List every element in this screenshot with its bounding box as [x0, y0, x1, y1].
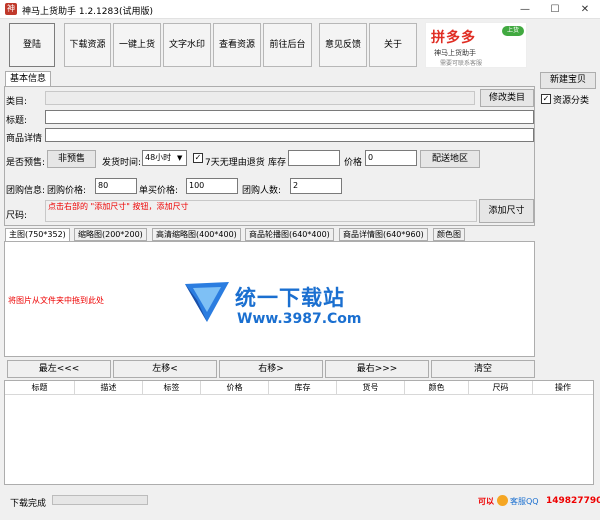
chevron-down-icon: ▼ — [177, 154, 183, 162]
drop-hint: 将图片从文件夹中拖到此处 — [8, 296, 104, 305]
modify-category-button[interactable]: 修改类目 — [480, 89, 534, 107]
banner-line2: 需要可联系客服 — [440, 60, 483, 67]
move-right-button[interactable]: 右移> — [219, 360, 323, 378]
item-table[interactable]: 标题 描述 标签 价格 库存 货号 颜色 尺码 操作 — [4, 380, 594, 485]
column-header-price[interactable]: 价格 — [201, 381, 269, 395]
ship-time-select[interactable]: 48小时 ▼ — [142, 150, 187, 166]
column-header-tags[interactable]: 标签 — [143, 381, 201, 395]
can-label: 可以 — [478, 497, 494, 506]
clear-button[interactable]: 清空 — [431, 360, 535, 378]
go-backend-button[interactable]: 前往后台 — [263, 23, 312, 67]
banner-brand: 拼多多 — [431, 30, 476, 46]
title-bar: 神 神马上货助手 1.2.1283(试用版) — ☐ ✕ — [0, 0, 600, 19]
image-drop-area[interactable]: 将图片从文件夹中拖到此处 统一下载站 Www.3987.Com — [4, 241, 535, 357]
tab-hd-thumbnail[interactable]: 高清缩略图(400*400) — [152, 228, 241, 241]
minimize-button[interactable]: — — [510, 0, 540, 19]
delivery-region-button[interactable]: 配送地区 — [420, 150, 480, 168]
progress-bar — [52, 495, 148, 505]
detail-input[interactable] — [45, 128, 534, 142]
ship-time-value: 48小时 — [145, 153, 172, 162]
close-button[interactable]: ✕ — [570, 0, 600, 19]
tab-thumbnail[interactable]: 缩略图(200*200) — [74, 228, 147, 241]
category-label: 类目: — [6, 97, 28, 107]
stock-input[interactable] — [288, 150, 340, 166]
price-input[interactable]: 0 — [365, 150, 417, 166]
tab-detail-image[interactable]: 商品详情图(640*960) — [339, 228, 428, 241]
move-left-button[interactable]: 左移< — [113, 360, 217, 378]
single-price-label: 单买价格: — [139, 186, 179, 196]
column-header-description[interactable]: 描述 — [75, 381, 143, 395]
move-rightmost-button[interactable]: 最右>>> — [325, 360, 429, 378]
column-header-sku[interactable]: 货号 — [337, 381, 405, 395]
view-resource-button[interactable]: 查看资源 — [213, 23, 261, 67]
pinduoduo-banner[interactable]: 拼多多 上货 神马上货助手 需要可联系客服 — [425, 22, 527, 68]
banner-badge: 上货 — [502, 26, 524, 36]
column-header-color[interactable]: 颜色 — [405, 381, 469, 395]
size-area: 点击右部的 "添加尺寸" 按钮，添加尺寸 — [45, 200, 477, 222]
tab-color-image[interactable]: 颜色图 — [433, 228, 465, 241]
no-reason-return-checkbox[interactable]: ✓ — [193, 153, 203, 163]
title-input[interactable] — [45, 110, 534, 124]
status-text: 下载完成 — [10, 499, 47, 509]
watermark-url: Www.3987.Com — [237, 311, 362, 327]
column-header-stock[interactable]: 库存 — [269, 381, 337, 395]
column-header-size[interactable]: 尺码 — [469, 381, 533, 395]
login-button[interactable]: 登陆 — [9, 23, 55, 67]
resource-category-checkbox[interactable]: ✓ — [541, 94, 551, 104]
watermark-logo-icon — [183, 280, 231, 326]
presale-button[interactable]: 非预售 — [47, 150, 96, 168]
category-field — [45, 91, 475, 105]
move-leftmost-button[interactable]: 最左<<< — [7, 360, 111, 378]
resource-category-label: 资源分类 — [553, 96, 590, 106]
column-header-title[interactable]: 标题 — [5, 381, 75, 395]
stock-label: 库存 — [268, 158, 287, 168]
size-label: 尺码: — [6, 211, 28, 221]
single-price-input[interactable]: 100 — [186, 178, 238, 194]
one-click-upload-button[interactable]: 一键上货 — [113, 23, 161, 67]
feedback-button[interactable]: 意见反馈 — [319, 23, 367, 67]
price-label: 价格 — [344, 158, 363, 168]
qq-label[interactable]: 客服QQ — [510, 496, 539, 507]
add-size-button[interactable]: 添加尺寸 — [479, 199, 534, 223]
size-hint: 点击右部的 "添加尺寸" 按钮，添加尺寸 — [48, 202, 189, 211]
presale-label: 是否预售: — [6, 158, 46, 168]
tab-basic-info[interactable]: 基本信息 — [5, 71, 52, 86]
about-button[interactable]: 关于 — [369, 23, 417, 67]
group-count-input[interactable]: 2 — [290, 178, 342, 194]
watermark-title: 统一下载站 — [235, 286, 345, 310]
status-bar: 下载完成 可以 客服QQ 149827790 — [0, 490, 600, 520]
title-label: 标题: — [6, 116, 28, 126]
qq-icon — [497, 495, 508, 506]
ship-time-label: 发货时间: — [102, 158, 142, 168]
download-resource-button[interactable]: 下载资源 — [64, 23, 111, 67]
group-price-label: 团购价格: — [47, 186, 87, 196]
detail-label: 商品详情 — [6, 134, 43, 144]
tab-main-image[interactable]: 主图(750*352) — [5, 228, 70, 242]
maximize-button[interactable]: ☐ — [540, 0, 570, 19]
app-icon: 神 — [5, 3, 17, 15]
column-header-action[interactable]: 操作 — [533, 381, 593, 395]
window-title: 神马上货助手 1.2.1283(试用版) — [22, 7, 153, 17]
tab-carousel-image[interactable]: 商品轮播图(640*400) — [245, 228, 334, 241]
banner-line1: 神马上货助手 — [434, 49, 476, 57]
group-count-label: 团购人数: — [242, 186, 282, 196]
group-price-input[interactable]: 80 — [95, 178, 137, 194]
text-watermark-button[interactable]: 文字水印 — [163, 23, 211, 67]
qq-number: 149827790 — [546, 496, 600, 506]
new-item-button[interactable]: 新建宝贝 — [540, 72, 596, 89]
no-reason-return-label: 7天无理由退货 — [205, 158, 265, 168]
group-info-label: 团购信息: — [6, 186, 46, 196]
